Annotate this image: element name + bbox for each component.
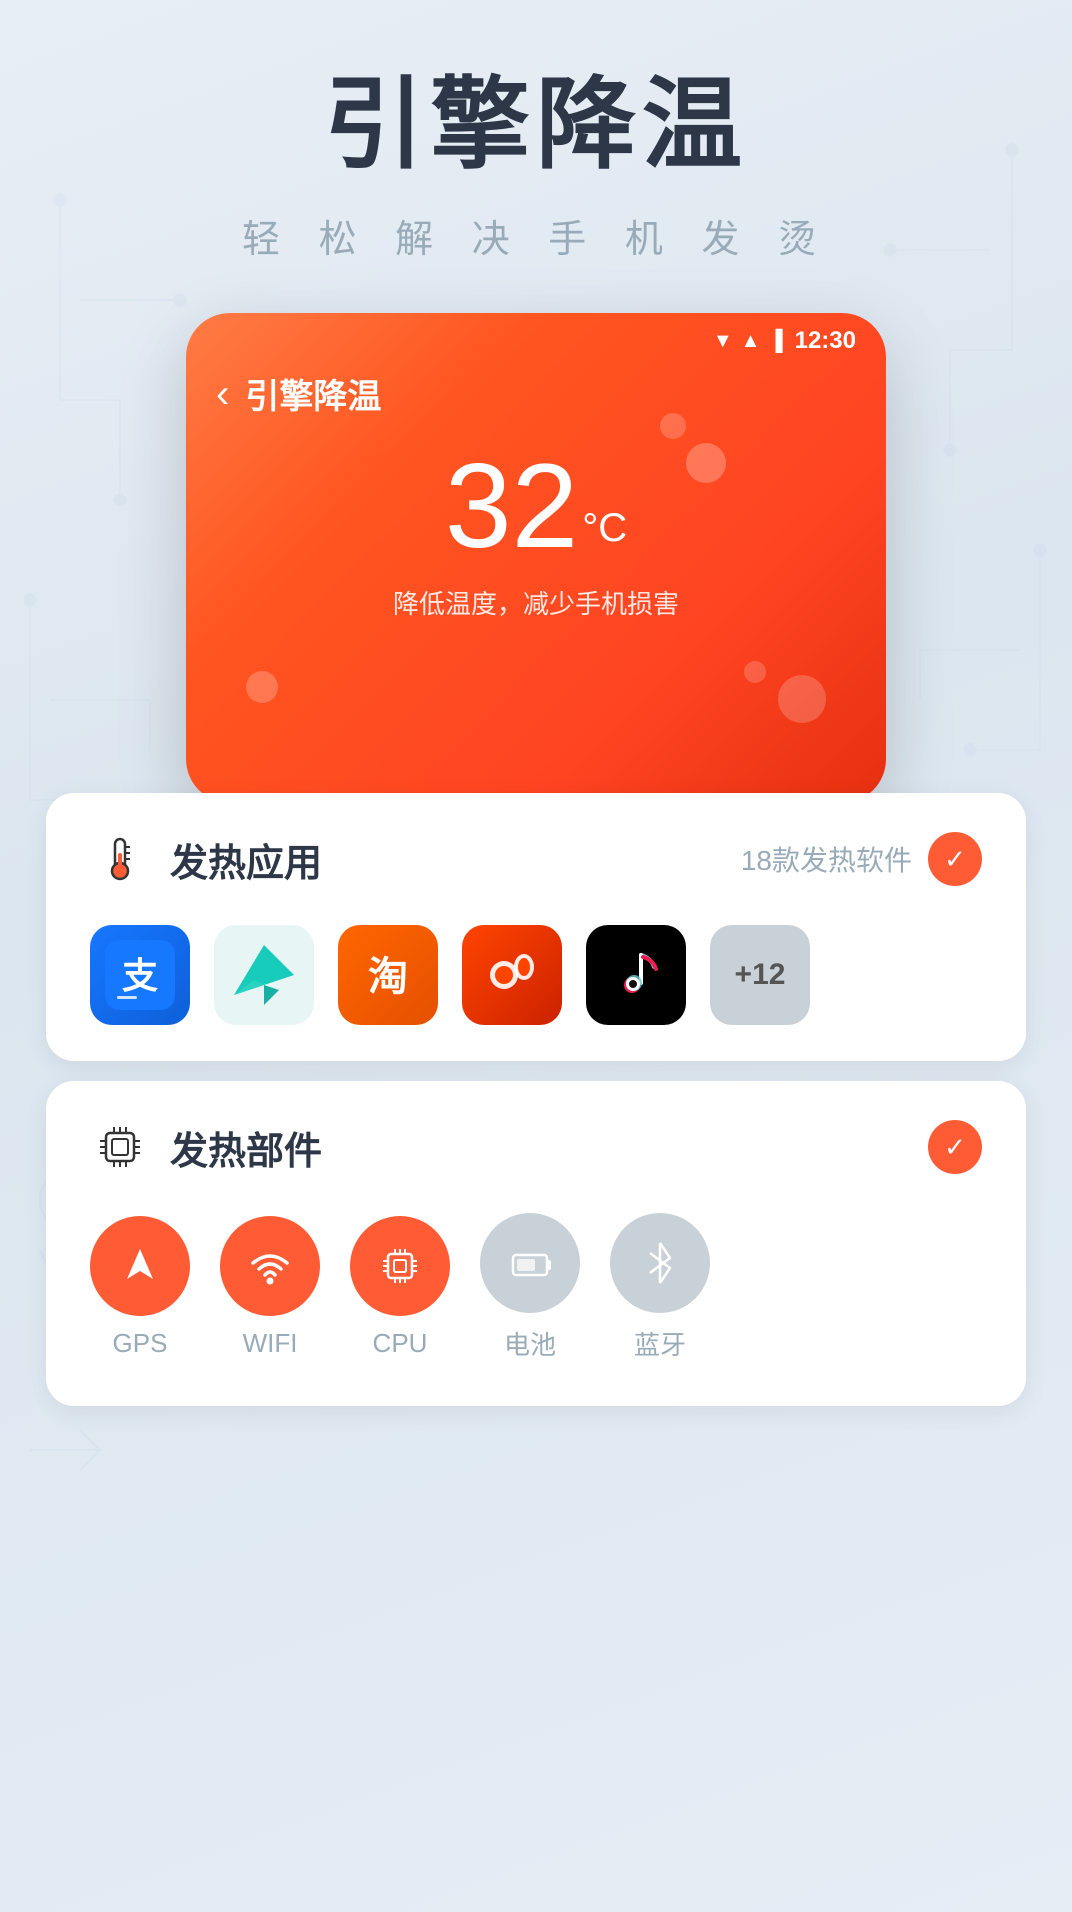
- phone-mockup-wrapper: ▼ ▲ ▐ 12:30 ‹ 引擎降温 32°C 降低温度，减少手机损害: [166, 313, 906, 803]
- wifi-status-icon: ▼: [713, 330, 733, 353]
- hot-apps-card-header: 发热应用 18款发热软件 ✓: [46, 793, 1026, 925]
- app-icon-taobao[interactable]: 淘: [338, 925, 438, 1025]
- hot-apps-card: 发热应用 18款发热软件 ✓ 支: [46, 793, 1026, 1061]
- bluetooth-circle: [610, 1213, 710, 1313]
- components-card-right: ✓: [928, 1120, 982, 1174]
- status-time: 12:30: [795, 327, 856, 355]
- hot-apps-count: 18款发热软件: [741, 839, 912, 879]
- component-item-wifi[interactable]: WIFI: [220, 1216, 320, 1359]
- check-icon: ✓: [944, 844, 966, 875]
- app-icon-douyin[interactable]: [586, 925, 686, 1025]
- temperature-description: 降低温度，减少手机损害: [186, 584, 886, 621]
- hot-apps-check-badge[interactable]: ✓: [928, 832, 982, 886]
- card-right-section: 18款发热软件 ✓: [741, 832, 982, 886]
- temperature-display: 32°C 降低温度，减少手机损害: [186, 426, 886, 631]
- temperature-unit: °C: [582, 506, 627, 550]
- phone-page-title: 引擎降温: [245, 369, 381, 418]
- component-item-battery[interactable]: 电池: [480, 1213, 580, 1362]
- components-check-icon: ✓: [944, 1132, 966, 1163]
- app-icon-more[interactable]: +12: [710, 925, 810, 1025]
- app-icon-alipay[interactable]: 支: [90, 925, 190, 1025]
- hot-components-title: 发热部件: [170, 1120, 322, 1175]
- main-title: 引擎降温: [0, 0, 1072, 180]
- signal-status-icon: ▲: [741, 330, 761, 353]
- sub-title: 轻 松 解 决 手 机 发 烫: [0, 208, 1072, 263]
- app-icon-kuaishou[interactable]: [462, 925, 562, 1025]
- wifi-label: WIFI: [243, 1328, 298, 1359]
- component-item-bluetooth[interactable]: 蓝牙: [610, 1213, 710, 1362]
- component-item-cpu[interactable]: CPU: [350, 1216, 450, 1359]
- hot-components-card: 发热部件 ✓ GPS: [46, 1081, 1026, 1406]
- thermometer-icon: [90, 829, 150, 889]
- battery-circle: [480, 1213, 580, 1313]
- hot-apps-title: 发热应用: [170, 832, 322, 887]
- bluetooth-label: 蓝牙: [634, 1325, 686, 1362]
- chip-icon: [90, 1117, 150, 1177]
- temperature-value: 32: [445, 439, 578, 573]
- more-count-label: +12: [735, 958, 786, 992]
- wifi-circle: [220, 1216, 320, 1316]
- app-icon-feishu[interactable]: [214, 925, 314, 1025]
- hot-components-check-badge[interactable]: ✓: [928, 1120, 982, 1174]
- gps-label: GPS: [113, 1328, 168, 1359]
- cpu-circle: [350, 1216, 450, 1316]
- svg-text:淘: 淘: [368, 955, 408, 999]
- status-bar: ▼ ▲ ▐ 12:30: [186, 313, 886, 361]
- battery-status-icon: ▐: [768, 330, 782, 353]
- battery-label: 电池: [504, 1325, 556, 1362]
- svg-text:支: 支: [122, 955, 158, 996]
- component-item-gps[interactable]: GPS: [90, 1216, 190, 1359]
- back-arrow-icon[interactable]: ‹: [216, 374, 229, 414]
- hot-components-card-header: 发热部件 ✓: [46, 1081, 1026, 1213]
- phone-nav: ‹ 引擎降温: [186, 361, 886, 426]
- components-card-left: 发热部件: [90, 1117, 322, 1177]
- gps-circle: [90, 1216, 190, 1316]
- cpu-label: CPU: [373, 1328, 428, 1359]
- cards-section: 发热应用 18款发热软件 ✓ 支: [46, 793, 1026, 1406]
- components-icons-row: GPS WIFI: [46, 1213, 1026, 1406]
- app-icons-row: 支 淘: [46, 925, 1026, 1061]
- card-left-section: 发热应用: [90, 829, 322, 889]
- phone-mockup: ▼ ▲ ▐ 12:30 ‹ 引擎降温 32°C 降低温度，减少手机损害: [186, 313, 886, 803]
